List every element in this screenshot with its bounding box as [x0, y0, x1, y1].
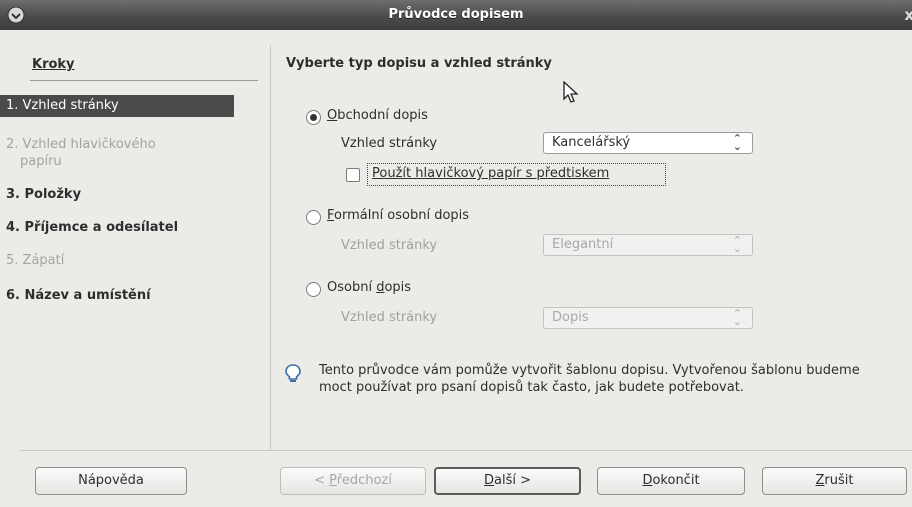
step-6-name-location[interactable]: 6. Název a umístění — [0, 287, 240, 304]
personal-style-select: Dopis ⌃ ⌄ — [543, 307, 753, 329]
spinner-arrows-icon: ⌃ ⌄ — [732, 307, 742, 328]
lightbulb-icon — [285, 364, 301, 382]
business-letter-label[interactable]: Obchodní dopis — [327, 108, 428, 123]
formal-letter-radio[interactable] — [306, 210, 321, 225]
personal-letter-radio[interactable] — [306, 282, 321, 297]
mouse-pointer-icon — [563, 81, 579, 103]
window-title: Průvodce dopisem — [388, 7, 524, 22]
formal-style-value: Elegantní — [552, 237, 614, 252]
business-style-select[interactable]: Kancelářský ⌃ ⌄ — [543, 132, 753, 154]
close-icon[interactable]: x — [904, 6, 912, 24]
business-letter-radio[interactable] — [306, 110, 321, 125]
buttons-separator — [20, 450, 912, 451]
help-button[interactable]: Nápověda — [35, 467, 187, 495]
step-4-recipient-sender[interactable]: 4. Příjemce a odesílatel — [0, 219, 240, 236]
step-2-label-line1: 2. Vzhled hlavičkového — [6, 137, 156, 152]
cancel-button[interactable]: Zrušit — [762, 467, 907, 495]
step-2-letterhead-layout: 2. Vzhled hlavičkového papíru — [0, 136, 240, 170]
step-2-label-line2: papíru — [20, 154, 62, 169]
step-3-items[interactable]: 3. Položky — [0, 186, 240, 203]
letterhead-label[interactable]: Použít hlavičkový papír s předtiskem — [372, 166, 609, 181]
title-bar: Průvodce dopisem x — [0, 0, 912, 30]
personal-style-value: Dopis — [552, 310, 589, 325]
info-text: Tento průvodce vám pomůže vytvořit šablo… — [319, 363, 860, 395]
step-1-page-design[interactable]: 1. Vzhled stránky — [0, 95, 234, 117]
steps-divider — [30, 80, 258, 81]
letterhead-checkbox[interactable] — [346, 168, 360, 182]
business-style-value: Kancelářský — [552, 135, 631, 150]
formal-style-label: Vzhled stránky — [341, 238, 438, 253]
personal-style-label: Vzhled stránky — [341, 310, 438, 325]
finish-button[interactable]: Dokončit — [597, 467, 745, 495]
spinner-arrows-icon: ⌃ ⌄ — [732, 234, 742, 255]
business-style-label: Vzhled stránky — [341, 136, 438, 151]
next-button[interactable]: Další > — [434, 467, 581, 495]
formal-letter-label[interactable]: Formální osobní dopis — [327, 208, 469, 223]
panel-separator — [270, 45, 271, 450]
steps-header: Kroky — [32, 57, 75, 72]
spinner-arrows-icon: ⌃ ⌄ — [732, 132, 742, 153]
steps-panel: Kroky 1. Vzhled stránky 2. Vzhled hlavič… — [0, 45, 258, 450]
previous-button: < Předchozí — [280, 467, 426, 495]
personal-letter-label[interactable]: Osobní dopis — [327, 280, 411, 295]
page-title: Vyberte typ dopisu a vzhled stránky — [286, 56, 552, 71]
step-5-footer: 5. Zápatí — [6, 253, 65, 268]
formal-style-select: Elegantní ⌃ ⌄ — [543, 234, 753, 256]
